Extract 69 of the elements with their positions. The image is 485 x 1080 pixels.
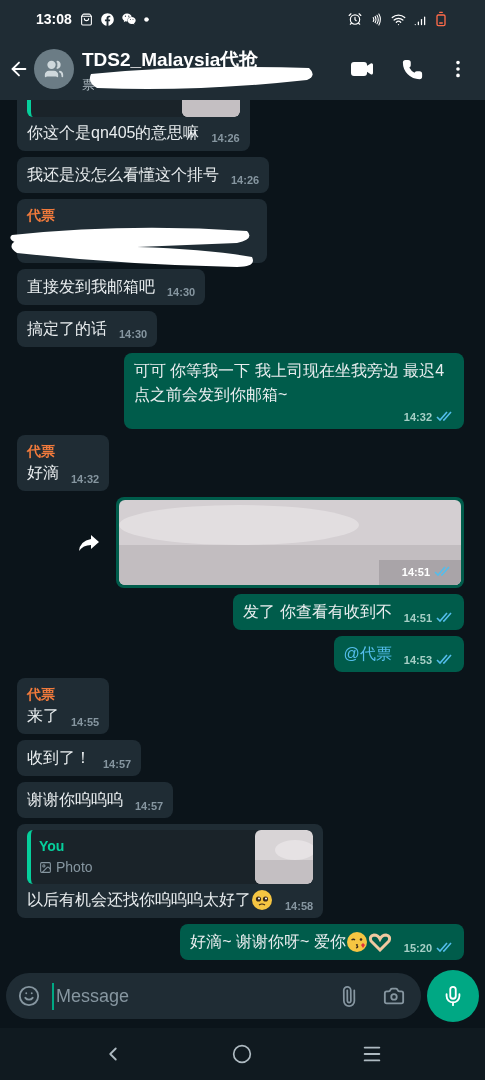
incoming-message[interactable]: 你这个是qn405的意思嘛 14:26 [17, 100, 250, 151]
sender-name: 代票 [27, 205, 56, 225]
message-input[interactable]: Message [52, 982, 338, 1010]
message-time: 14:32 [403, 409, 432, 425]
message-time: 14:53 [403, 652, 432, 668]
incoming-message[interactable]: 谢谢你呜呜呜 14:57 [17, 782, 174, 818]
message-text: 可可 你等我一下 我上司现在坐我旁边 最迟4点之前会发到你邮箱~ [134, 360, 446, 405]
forward-icon[interactable] [78, 533, 100, 552]
message-text: 直接发到我邮箱吧 [27, 276, 155, 297]
facebook-icon [100, 12, 114, 26]
incoming-message[interactable]: 直接发到我邮箱吧 14:30 [17, 268, 206, 305]
emoji-icon[interactable] [18, 985, 40, 1007]
phone-icon[interactable] [402, 58, 423, 80]
photo-icon [39, 861, 52, 874]
message-field[interactable]: Message [6, 973, 421, 1019]
group-avatar[interactable] [34, 49, 74, 89]
message-time: 14:57 [135, 798, 164, 814]
wifi-icon [391, 11, 406, 27]
message-time: 14:57 [103, 756, 132, 772]
message-time: 14:30 [167, 285, 196, 300]
message-text: 搞定了的话 [27, 318, 107, 339]
incoming-message[interactable]: 搞定了的话 14:30 [17, 310, 158, 347]
outgoing-message[interactable]: @代票 14:53 [333, 636, 464, 672]
sender-name: 代票 [27, 442, 56, 461]
camera-icon[interactable] [383, 985, 405, 1007]
alarm-icon [348, 12, 362, 26]
message-text: 好滴~ 谢谢你呀~ 爱你 [190, 932, 346, 952]
message-time: 14:55 [71, 714, 100, 730]
message-text: 我还是没怎么看懂这个排号 [27, 164, 219, 185]
message-text: 以后有机会还找你呜呜呜太好了 [27, 890, 251, 910]
message-time: 15:20 [403, 940, 432, 956]
incoming-message[interactable]: You Photo 以后有机会还找你呜呜呜太好了 14:58 [17, 824, 324, 918]
message-text: 你这个是qn405的意思嘛 [27, 122, 200, 143]
message-text: 好滴 [27, 463, 59, 483]
outgoing-message[interactable]: 发了 你查看有收到不 14:51 [233, 594, 464, 630]
chat-bubbles-icon [121, 12, 136, 26]
status-time: 13:08 [36, 9, 72, 29]
outgoing-message[interactable]: 好滴~ 谢谢你呀~ 爱你 15:20 [180, 924, 464, 960]
message-text: 来了 [27, 706, 59, 726]
message-text: 发了 你查看有收到不 [243, 602, 392, 622]
kissing-face-icon [345, 931, 368, 953]
quote-author: You [39, 837, 66, 856]
message-time: 14:58 [285, 898, 314, 914]
sender-name: 代票 [27, 685, 56, 704]
dot-icon [143, 16, 149, 22]
message-time: 14:26 [211, 131, 240, 146]
message-text: @代票 [343, 644, 392, 664]
nfc-icon [370, 12, 383, 26]
home-nav-icon[interactable] [232, 1044, 253, 1064]
microphone-button[interactable] [427, 970, 479, 1022]
message-text: 谢谢你呜呜呜 [27, 790, 123, 810]
shopping-bag-icon [79, 12, 93, 26]
group-icon [44, 59, 64, 79]
incoming-message[interactable]: 代票 好滴 14:32 [17, 435, 110, 491]
message-time: 14:51 [401, 564, 430, 580]
message-time: 14:51 [403, 610, 432, 626]
incoming-message[interactable]: 收到了！ 14:57 [17, 740, 142, 776]
incoming-message[interactable]: 我还是没怎么看懂这个排号 14:26 [17, 156, 270, 193]
heart-hands-icon [367, 932, 392, 952]
teary-face-icon [251, 889, 273, 911]
battery-icon [433, 11, 449, 27]
incoming-message[interactable]: 代票 来了 14:55 [17, 678, 110, 734]
message-text: 收到了！ [27, 748, 91, 768]
quote-label: Photo [56, 858, 93, 877]
quoted-message[interactable]: You Photo [27, 830, 314, 884]
message-time: 14:30 [119, 327, 148, 342]
outgoing-message[interactable]: 可可 你等我一下 我上司现在坐我旁边 最迟4点之前会发到你邮箱~ 14:32 [124, 352, 464, 429]
message-time: 14:26 [231, 173, 260, 188]
message-time: 14:32 [71, 471, 100, 487]
